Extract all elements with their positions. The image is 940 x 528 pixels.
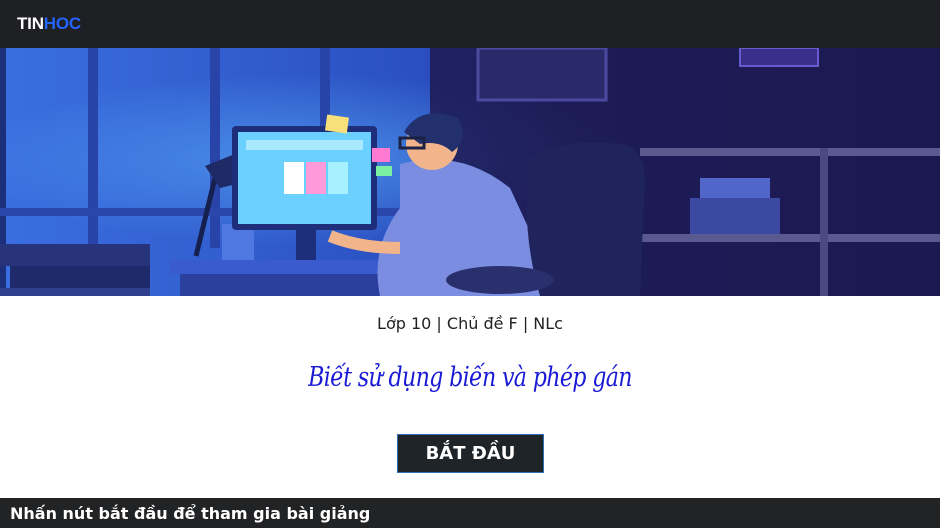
logo-part-2: HOC [43, 14, 81, 33]
start-button[interactable]: BẮT ĐẦU [397, 434, 544, 473]
logo[interactable]: TINHOC [17, 14, 81, 34]
sticky-note [324, 114, 350, 134]
logo-part-1: TIN [17, 14, 44, 33]
books [0, 244, 150, 266]
footer-hint: Nhấn nút bắt đầu để tham gia bài giảng [10, 503, 371, 523]
wall-frame [476, 48, 608, 102]
lesson-title: Biết sử dụng biến và phép gán [308, 362, 632, 393]
hero-illustration [0, 48, 940, 296]
shelf [640, 148, 940, 156]
course-subtitle: Lớp 10 | Chủ đề F | NLc [377, 314, 563, 333]
top-bar: TINHOC [0, 0, 940, 48]
footer-bar: Nhấn nút bắt đầu để tham gia bài giảng [0, 498, 940, 528]
